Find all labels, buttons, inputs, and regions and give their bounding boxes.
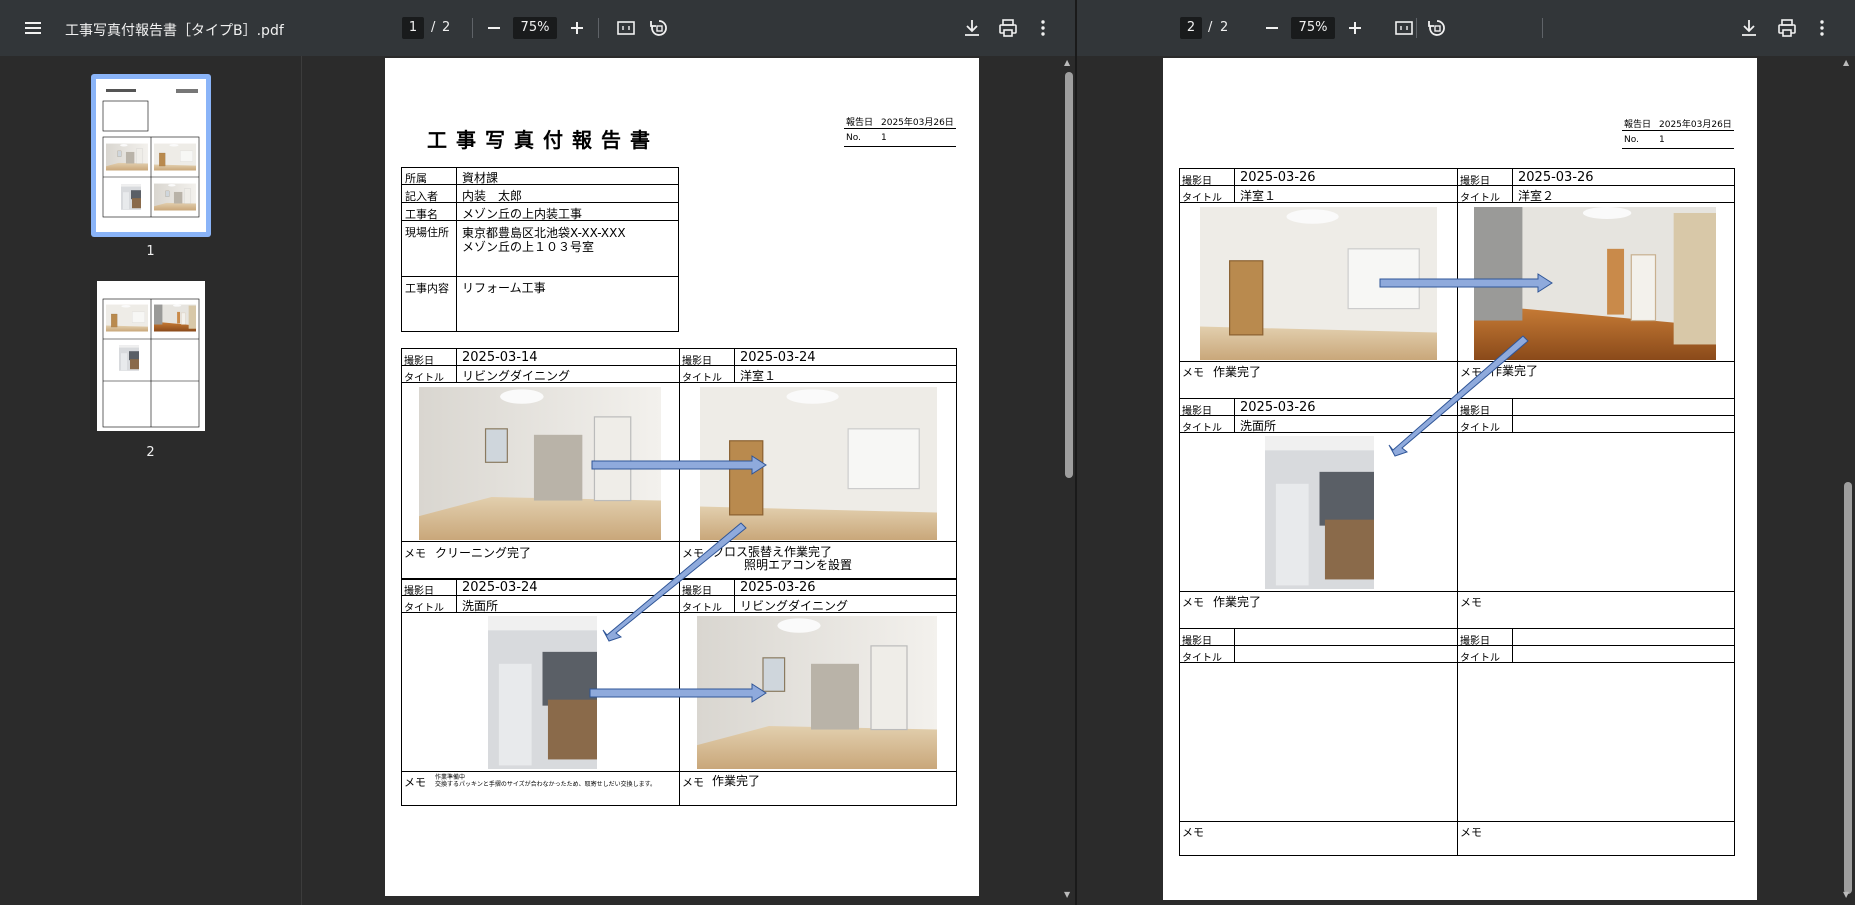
- right-scroll-down-icon[interactable]: ▼: [1843, 890, 1849, 899]
- left-scrollbar-thumb-visible[interactable]: [1065, 72, 1073, 478]
- thumbnail-page-2[interactable]: [97, 281, 205, 431]
- rotate-icon[interactable]: [1425, 16, 1449, 40]
- left-pane-action-group: [0, 0, 909, 56]
- plus-icon[interactable]: [1343, 16, 1367, 40]
- page-separator: /: [1208, 20, 1213, 35]
- left-pane-print-icon[interactable]: [996, 16, 1020, 40]
- divider: [1542, 18, 1543, 38]
- viewer-divider: [1075, 0, 1077, 905]
- zoom-level-input[interactable]: 75%: [1291, 17, 1335, 39]
- download-icon[interactable]: [1737, 16, 1761, 40]
- right-toolbar: 2 / 2 75%: [1077, 0, 1855, 56]
- page-number-input[interactable]: 2: [1180, 17, 1202, 39]
- thumbnail-image: [96, 79, 206, 232]
- right-scrollbar-thumb[interactable]: [1844, 482, 1852, 894]
- left-pane-download-icon-visible[interactable]: [960, 16, 984, 40]
- thumbnail-label-2: 2: [146, 445, 155, 460]
- thumbnail-page-1[interactable]: [91, 74, 211, 237]
- left-scroll-up-icon-visible[interactable]: ▲: [1064, 58, 1070, 67]
- more-vert-icon[interactable]: [1810, 16, 1834, 40]
- fit-page-icon[interactable]: [1392, 16, 1416, 40]
- print-icon[interactable]: [1775, 16, 1799, 40]
- flow-arrows: [1379, 273, 1553, 457]
- left-pane-more-vert-icon[interactable]: [1031, 16, 1055, 40]
- thumbnail-label-1: 1: [146, 244, 155, 259]
- right-scroll-up-icon[interactable]: ▲: [1843, 58, 1849, 67]
- pdf-page-2: 報告日 2025年03月26日 No. 1 撮影日 2025-03-26 タイト…: [1163, 58, 1757, 900]
- total-pages: 2: [1220, 20, 1229, 35]
- divider: [1416, 18, 1417, 38]
- minus-icon[interactable]: [1260, 16, 1284, 40]
- left-scroll-down-icon[interactable]: ▼: [1064, 890, 1070, 899]
- thumbnail-sidebar: 1 2: [0, 56, 302, 905]
- pdf-page-1: 工事写真付報告書 報告日 2025年03月26日 No. 1 所属 資材課 記入…: [385, 58, 979, 896]
- flow-arrows: [589, 455, 767, 703]
